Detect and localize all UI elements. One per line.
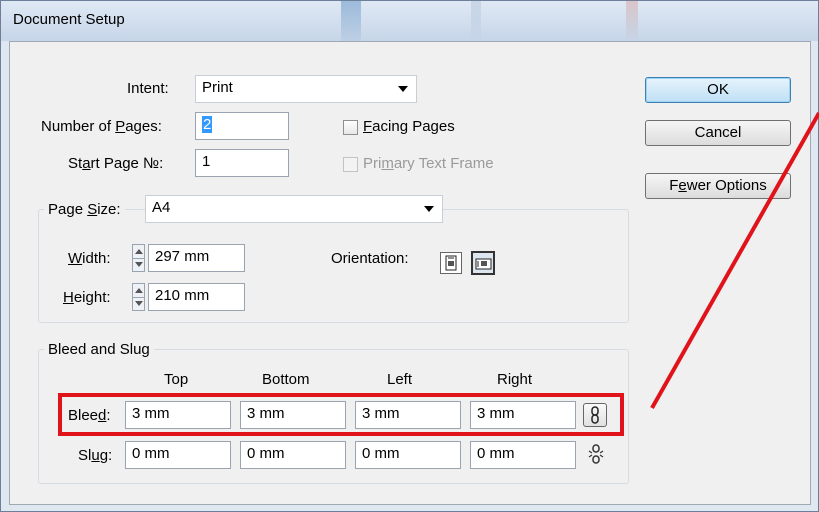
height-input[interactable]: 210 mm — [148, 283, 245, 311]
facing-pages-checkbox[interactable] — [343, 120, 358, 135]
height-label: Height: — [63, 289, 111, 306]
width-label: Width: — [68, 250, 111, 267]
start-page-input[interactable]: 1 — [195, 149, 289, 177]
orientation-label: Orientation: — [331, 250, 409, 267]
primary-text-frame-label: Primary Text Frame — [363, 155, 494, 172]
slug-top-input[interactable]: 0 mm — [125, 441, 231, 469]
intent-label: Intent: — [127, 80, 169, 97]
window-title: Document Setup — [13, 11, 125, 28]
chain-broken-icon[interactable] — [585, 443, 607, 465]
chevron-down-icon — [424, 206, 434, 212]
portrait-icon[interactable] — [440, 252, 462, 274]
width-spinner[interactable] — [132, 244, 145, 272]
page-size-value: A4 — [152, 199, 171, 216]
primary-text-frame-checkbox[interactable] — [343, 157, 358, 172]
landscape-icon[interactable] — [471, 251, 495, 275]
chevron-down-icon — [398, 86, 408, 92]
page-size-select[interactable]: A4 — [145, 195, 443, 223]
column-header-bottom: Bottom — [262, 371, 310, 388]
slug-bottom-value: 0 mm — [247, 445, 285, 462]
title-bar[interactable]: Document Setup — [1, 1, 818, 49]
start-page-label: Start Page №: — [68, 155, 164, 172]
bleed-highlight-box — [58, 393, 624, 436]
ok-button[interactable]: OK — [645, 77, 791, 103]
height-value: 210 mm — [155, 287, 210, 304]
fewer-options-button[interactable]: Fewer Options — [645, 173, 791, 199]
number-of-pages-input[interactable]: 2 — [195, 112, 289, 140]
slug-top-value: 0 mm — [132, 445, 170, 462]
slug-left-value: 0 mm — [362, 445, 400, 462]
facing-pages-label: Facing Pages — [363, 118, 455, 135]
slug-right-value: 0 mm — [477, 445, 515, 462]
start-page-value: 1 — [202, 153, 211, 170]
intent-value: Print — [202, 79, 233, 96]
slug-label: Slug: — [78, 447, 113, 464]
page-size-label: Page Size: — [44, 201, 125, 218]
bleed-and-slug-label: Bleed and Slug — [44, 341, 154, 358]
column-header-left: Left — [387, 371, 413, 388]
width-value: 297 mm — [155, 248, 210, 265]
cancel-button[interactable]: Cancel — [645, 120, 791, 146]
width-input[interactable]: 297 mm — [148, 244, 245, 272]
column-header-right: Right — [497, 371, 533, 388]
height-spinner[interactable] — [132, 283, 145, 311]
intent-select[interactable]: Print — [195, 75, 417, 103]
slug-left-input[interactable]: 0 mm — [355, 441, 461, 469]
column-header-top: Top — [164, 371, 189, 388]
slug-right-input[interactable]: 0 mm — [470, 441, 576, 469]
number-of-pages-label: Number of Pages: — [41, 118, 162, 135]
number-of-pages-value: 2 — [202, 116, 213, 133]
slug-bottom-input[interactable]: 0 mm — [240, 441, 346, 469]
